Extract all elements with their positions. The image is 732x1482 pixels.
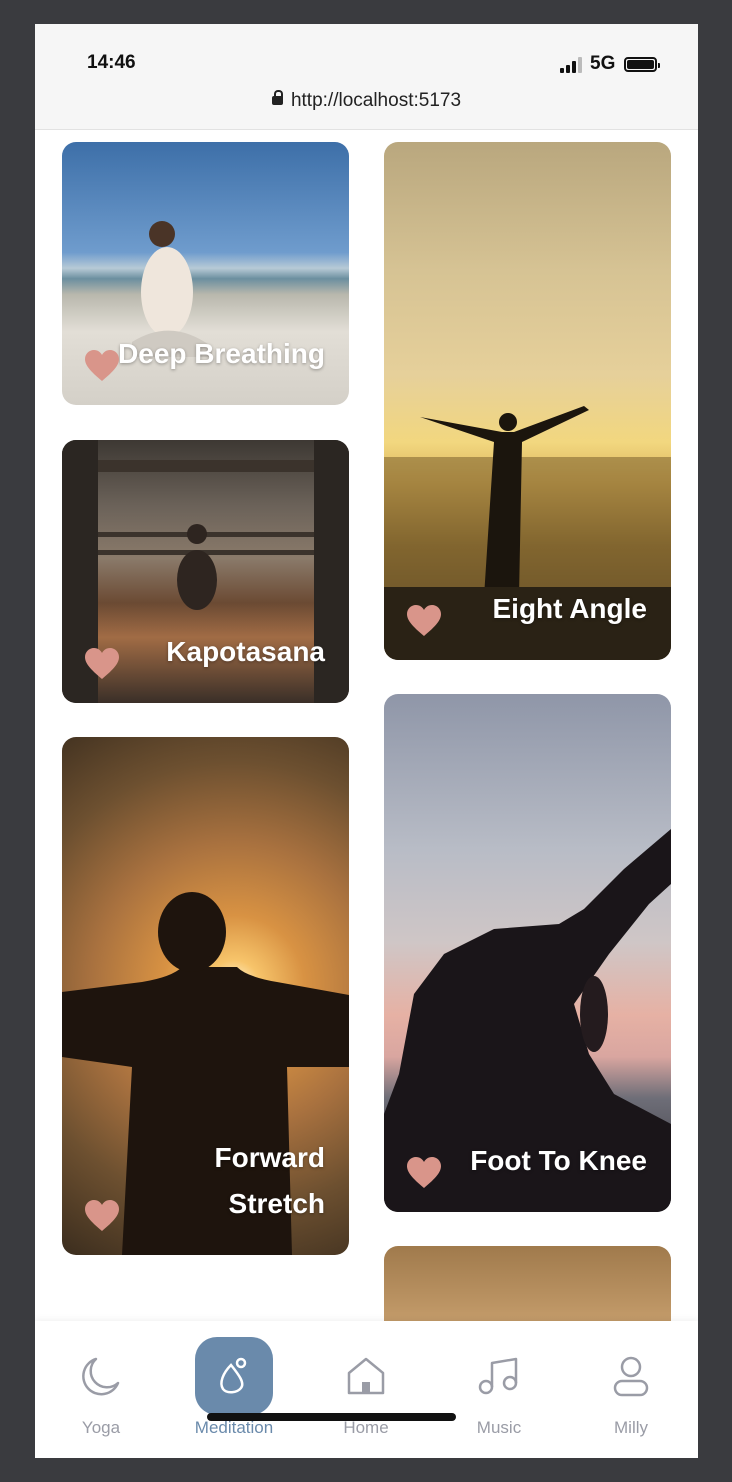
tab-bar: Yoga Meditation Home Music Milly	[35, 1321, 698, 1458]
home-indicator[interactable]	[207, 1413, 456, 1421]
tab-label: Home	[343, 1418, 389, 1437]
home-icon	[347, 1357, 385, 1395]
card-foot-to-knee[interactable]: Foot To Knee	[384, 694, 671, 1212]
tab-label: Milly	[614, 1418, 648, 1437]
card-title: Kapotasana	[166, 636, 325, 667]
status-time: 14:46	[87, 52, 136, 73]
card-title: Forward Stretch	[214, 1142, 325, 1219]
tab-label: Meditation	[194, 1418, 274, 1437]
card-photo	[384, 406, 671, 660]
card-forward-stretch[interactable]: Forward Stretch	[62, 737, 349, 1255]
tab-home[interactable]: Home	[316, 1321, 416, 1458]
card-deep-breathing[interactable]: Deep Breathing	[62, 142, 349, 405]
card-photo	[384, 829, 671, 1212]
phone-screen: 14:46 5G http://localhost:5173 Deep Brea…	[35, 24, 698, 1458]
tab-music[interactable]: Music	[449, 1321, 549, 1458]
signal-icon	[560, 57, 582, 73]
tab-label: Yoga	[81, 1418, 121, 1437]
card-eight-angle[interactable]: Eight Angle	[384, 142, 671, 660]
moon-icon	[82, 1357, 120, 1396]
tab-milly[interactable]: Milly	[581, 1321, 681, 1458]
heart-icon[interactable]	[84, 349, 120, 383]
url-text: http://localhost:5173	[290, 90, 462, 111]
tab-yoga[interactable]: Yoga	[51, 1321, 151, 1458]
heart-icon[interactable]	[84, 1199, 120, 1233]
meditation-icon	[220, 1357, 247, 1394]
card-kapotasana[interactable]: Kapotasana	[62, 440, 349, 703]
card-title: Deep Breathing	[118, 338, 325, 369]
status-bar: 14:46 5G http://localhost:5173	[35, 24, 698, 130]
lock-icon	[271, 90, 283, 105]
card-title: Eight Angle	[492, 593, 647, 624]
heart-icon[interactable]	[406, 604, 442, 638]
heart-icon[interactable]	[406, 1156, 442, 1190]
heart-icon[interactable]	[84, 647, 120, 681]
battery-icon	[624, 57, 660, 72]
address-bar[interactable]: http://localhost:5173	[35, 90, 698, 112]
tab-label: Music	[476, 1418, 522, 1437]
tab-meditation[interactable]: Meditation	[184, 1321, 284, 1458]
user-icon	[613, 1356, 649, 1397]
music-note-icon	[478, 1357, 518, 1395]
card-title: Foot To Knee	[470, 1145, 647, 1176]
network-label: 5G	[590, 53, 616, 74]
